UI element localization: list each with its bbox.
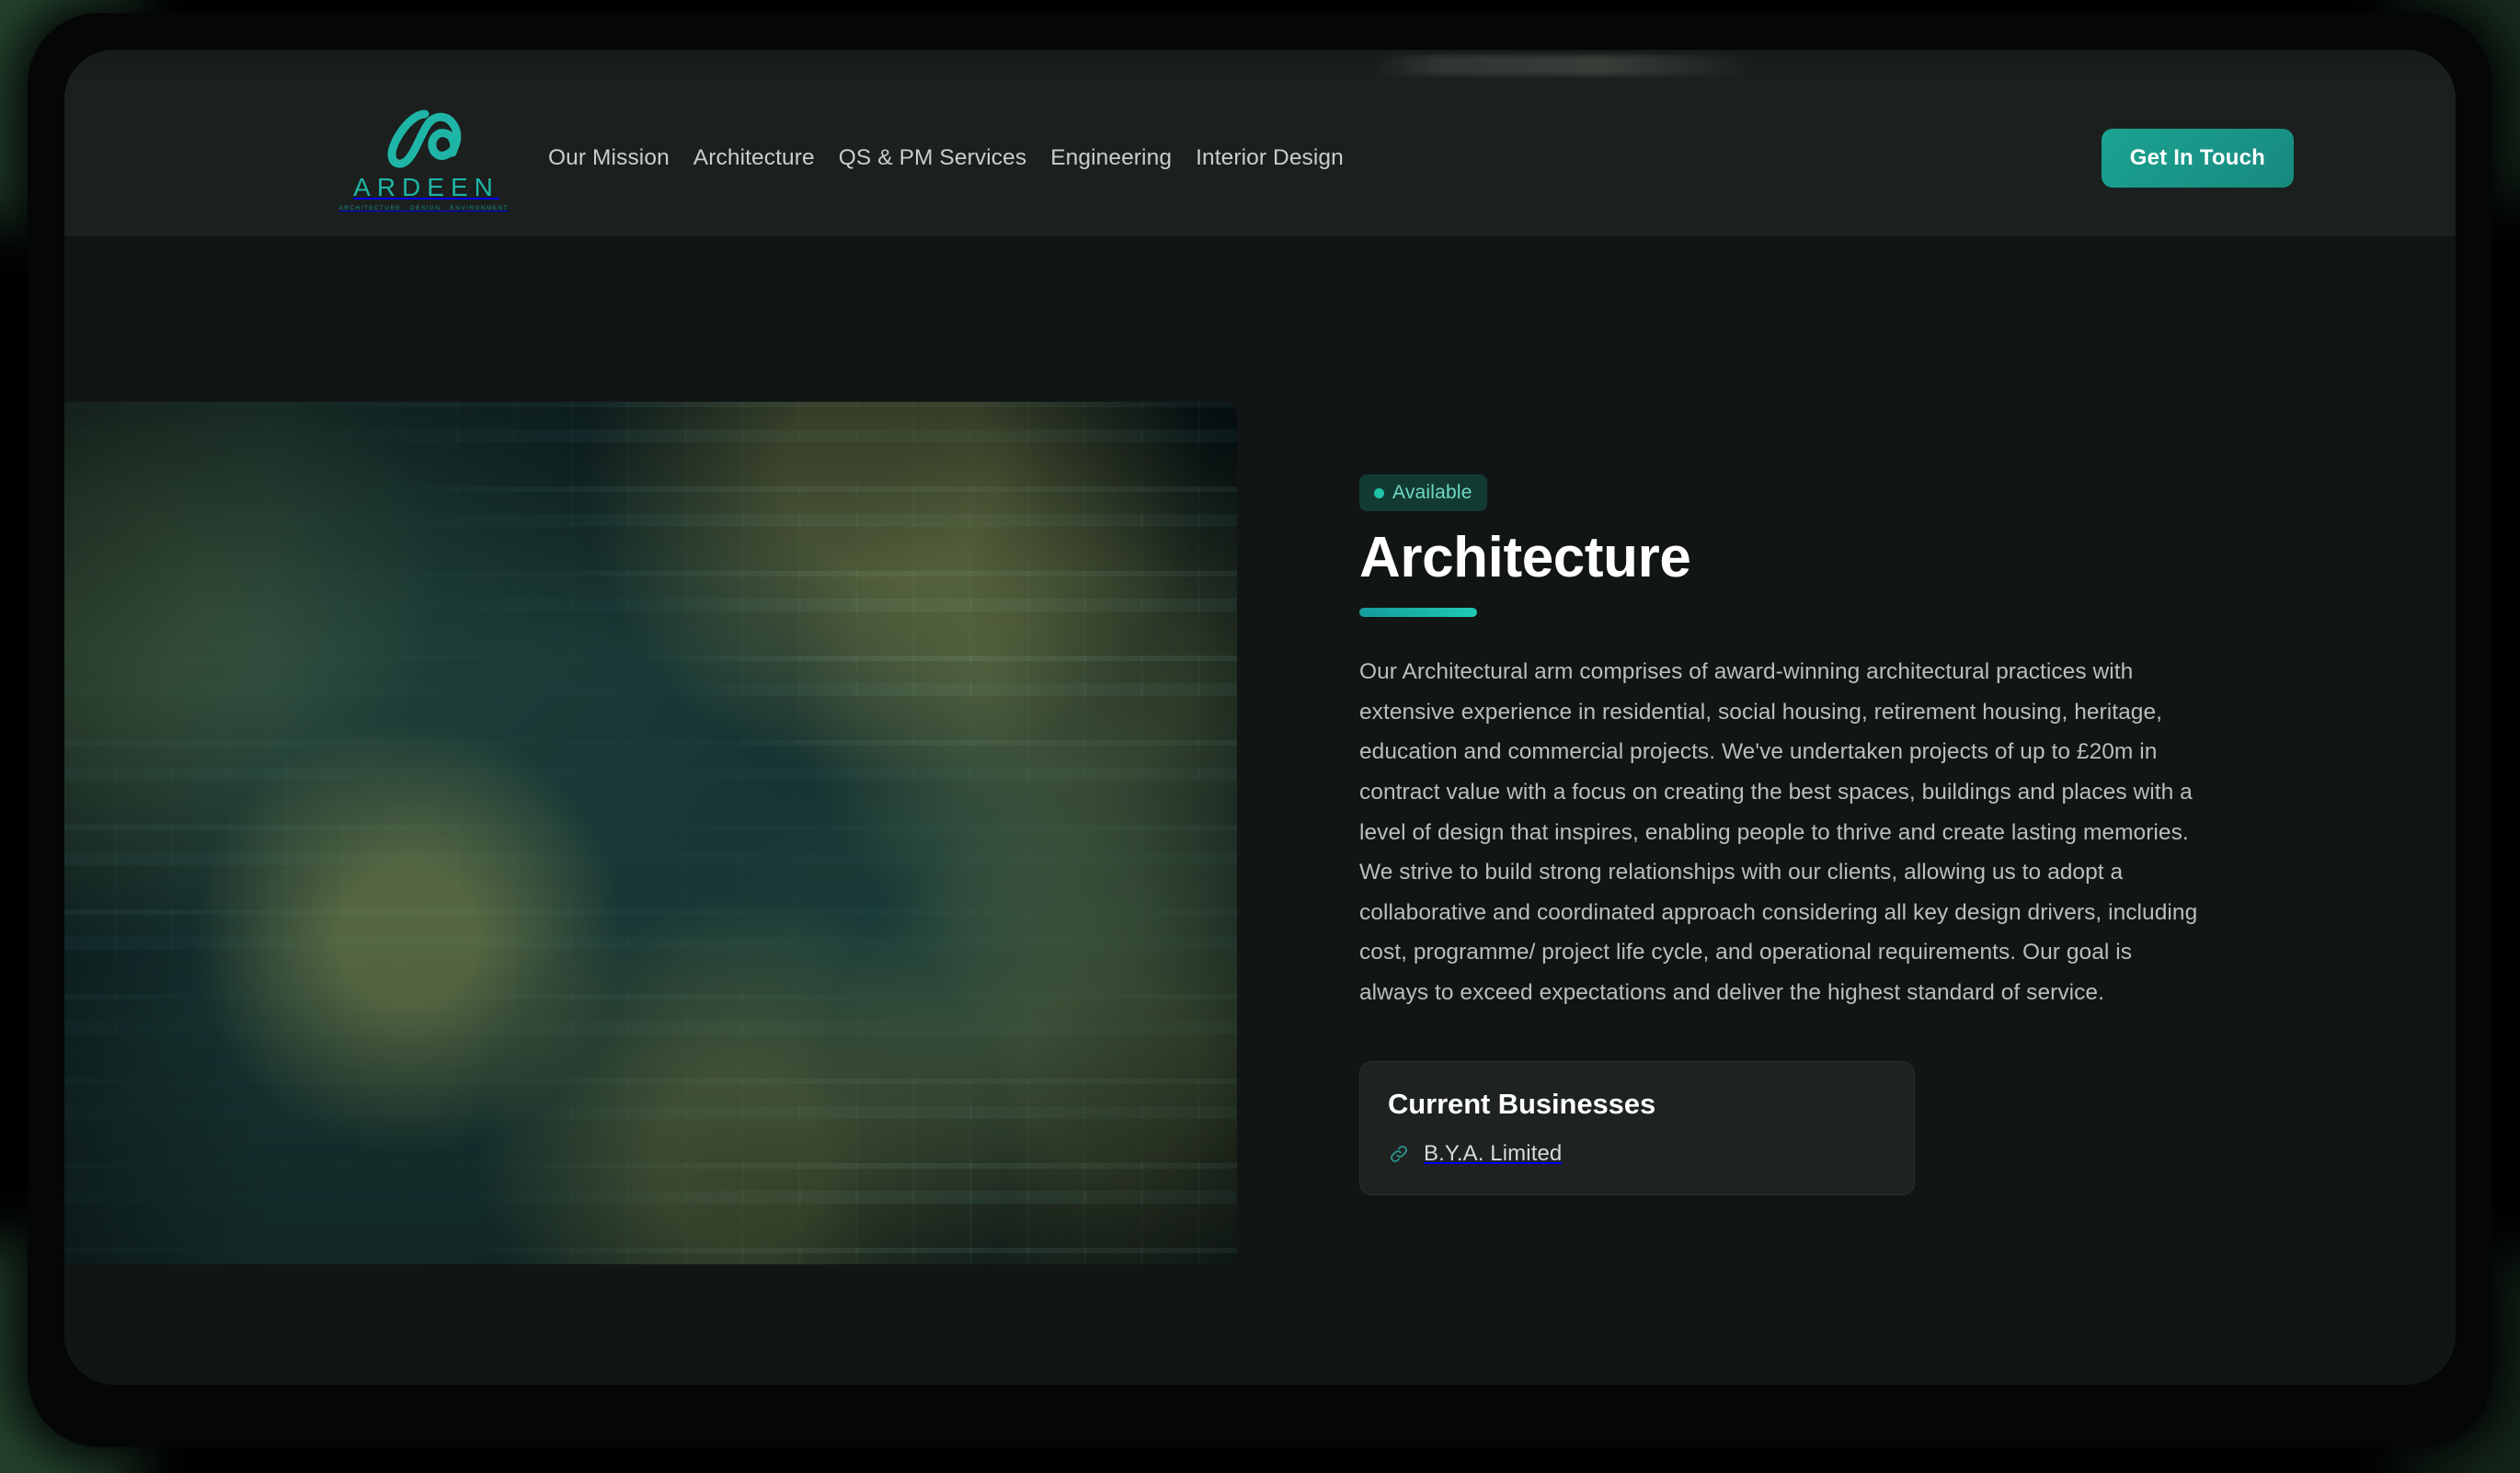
site-header: ARDEEN ARCHITECTURE · DESIGN · ENVIRONME… — [64, 81, 2456, 235]
previous-section-sliver — [64, 50, 2456, 81]
status-badge-label: Available — [1392, 482, 1472, 503]
page-title: Architecture — [1359, 526, 1691, 589]
get-in-touch-button[interactable]: Get In Touch — [2101, 128, 2294, 188]
previous-section-ghost-text — [1370, 55, 1757, 75]
nav-item-interior-design[interactable]: Interior Design — [1196, 145, 1344, 171]
service-detail-column: Available Architecture Our Architectural… — [1359, 235, 2224, 1195]
brand-tagline: ARCHITECTURE · DESIGN · ENVIRONMENT — [338, 204, 509, 211]
main-content: Available Architecture Our Architectural… — [64, 235, 2456, 1385]
link-icon — [1391, 1145, 1407, 1162]
hero-image — [64, 402, 1237, 1264]
brand-logo[interactable]: ARDEEN ARCHITECTURE · DESIGN · ENVIRONME… — [338, 105, 508, 211]
current-businesses-card: Current Businesses B.Y.A. Limited — [1359, 1060, 1915, 1195]
ardeen-loop-mark-icon — [387, 109, 462, 168]
page-root: ARDEEN ARCHITECTURE · DESIGN · ENVIRONME… — [0, 0, 2520, 1473]
nav-item-qs-pm-services[interactable]: QS & PM Services — [839, 145, 1026, 171]
business-name: B.Y.A. Limited — [1424, 1140, 1563, 1166]
nav-item-engineering[interactable]: Engineering — [1050, 145, 1172, 171]
nav-item-our-mission[interactable]: Our Mission — [548, 145, 670, 171]
current-businesses-title: Current Businesses — [1388, 1087, 1656, 1120]
title-underline-rule — [1359, 608, 1477, 618]
business-list-item[interactable]: B.Y.A. Limited — [1388, 1141, 1886, 1167]
service-description: Our Architectural arm comprises of award… — [1359, 659, 2198, 1005]
brand-wordmark: ARDEEN — [353, 172, 499, 201]
device-bezel: ARDEEN ARCHITECTURE · DESIGN · ENVIRONME… — [28, 13, 2492, 1447]
browser-viewport: ARDEEN ARCHITECTURE · DESIGN · ENVIRONME… — [64, 50, 2456, 1385]
nav-item-architecture[interactable]: Architecture — [693, 145, 815, 171]
status-badge: Available — [1359, 474, 1487, 511]
hero-image-vignette — [64, 402, 1237, 1264]
status-dot-icon — [1374, 487, 1384, 498]
main-nav: Our Mission Architecture QS & PM Service… — [548, 145, 1344, 171]
